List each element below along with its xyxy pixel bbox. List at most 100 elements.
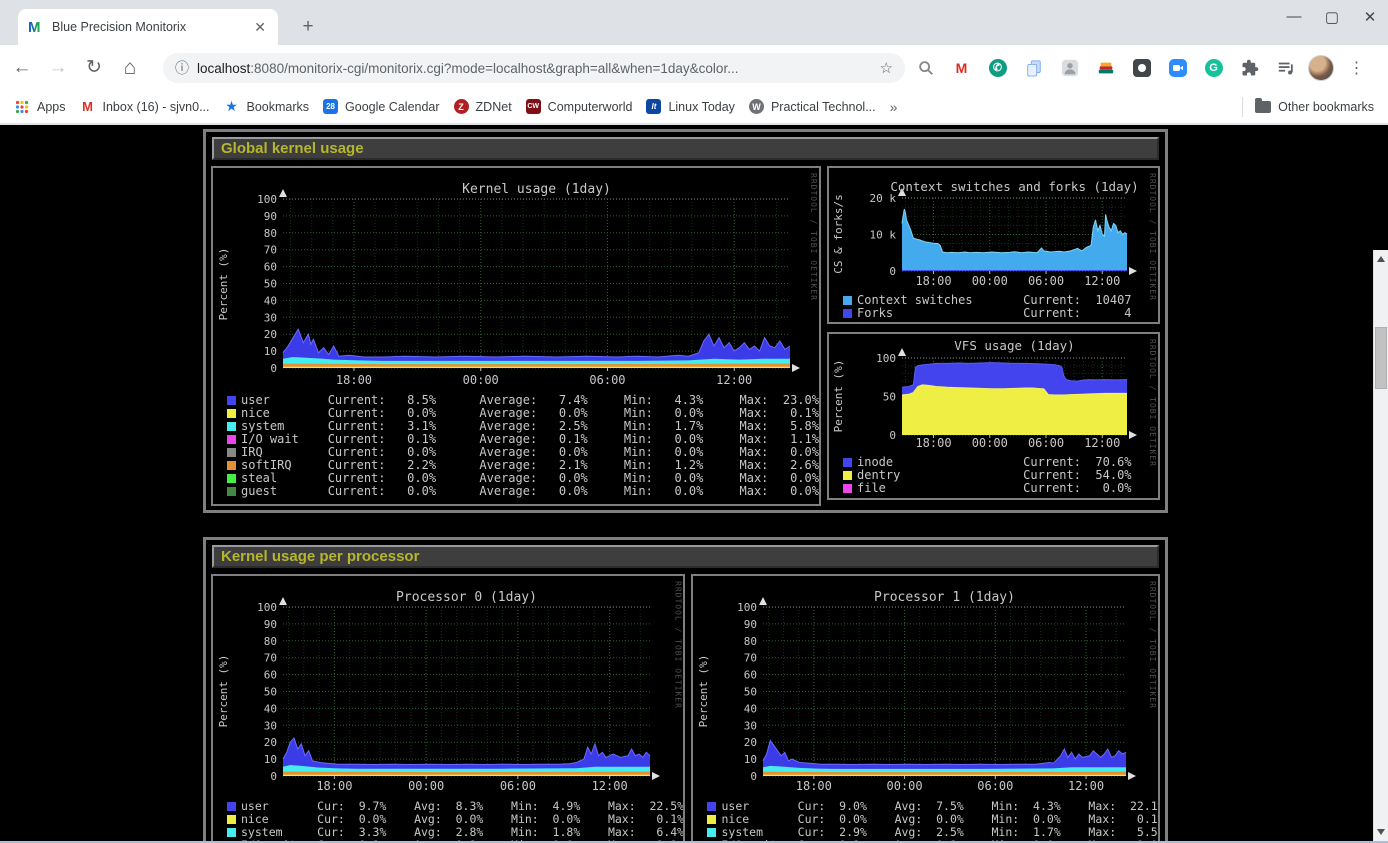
svg-text:90: 90 (744, 618, 757, 631)
bookmark-practical-technology[interactable]: W Practical Technol... (749, 99, 876, 114)
pocket-extension-icon[interactable] (1128, 54, 1155, 81)
chart-legend: Context switches Current: 10407Forks Cur… (829, 290, 1158, 320)
copy-pages-extension-icon[interactable] (1020, 54, 1047, 81)
other-bookmarks-label: Other bookmarks (1278, 100, 1374, 114)
scrollbar-thumb[interactable] (1375, 327, 1387, 389)
svg-text:50: 50 (264, 278, 277, 291)
profile-extension-icon[interactable] (1056, 54, 1083, 81)
bookmark-inbox[interactable]: M Inbox (16) - sjvn0... (80, 99, 210, 115)
bookmarks-overflow-chevron[interactable]: » (890, 99, 898, 115)
svg-text:10 k: 10 k (870, 229, 897, 242)
bookmark-star-icon[interactable]: ☆ (880, 59, 893, 77)
legend-swatch (227, 815, 236, 824)
svg-text:100: 100 (876, 352, 896, 365)
folder-icon (1255, 101, 1271, 113)
rrdtool-watermark: RRDTOOL / TOBI OETIKER (1148, 339, 1157, 467)
window-minimize-button[interactable]: — (1286, 8, 1302, 26)
legend-swatch (227, 448, 236, 457)
reload-button[interactable]: ↻ (80, 56, 108, 79)
processor1-graph-panel[interactable]: 010203040506070809010018:0000:0006:0012:… (691, 574, 1160, 841)
legend-swatch (227, 802, 236, 811)
chart-ylabel: Percent (%) (832, 360, 845, 433)
svg-text:30: 30 (744, 719, 757, 732)
context-switches-graph-panel[interactable]: 010 k20 k18:0000:0006:0012:00Context swi… (827, 166, 1160, 324)
profile-avatar[interactable] (1308, 55, 1334, 81)
series-forks (902, 270, 1127, 271)
rrdtool-watermark: RRDTOOL / TOBI OETIKER (809, 173, 818, 301)
series-context-switches (902, 209, 1127, 271)
svg-text:70: 70 (744, 652, 757, 665)
other-bookmarks[interactable]: Other bookmarks (1255, 100, 1374, 114)
svg-text:100: 100 (738, 601, 758, 614)
apps-grid-icon (14, 99, 30, 115)
scrollbar-down-arrow-icon[interactable] (1377, 829, 1385, 835)
vfs-usage-graph-panel[interactable]: 05010018:0000:0006:0012:00VFS usage (1da… (827, 332, 1160, 500)
svg-text:10: 10 (744, 753, 757, 766)
legend-row: Forks Current: 4 (843, 307, 1158, 320)
svg-text:12:00: 12:00 (716, 373, 752, 387)
search-extension-icon[interactable] (912, 54, 939, 81)
bookmark-label: Practical Technol... (771, 100, 876, 114)
voice-extension-icon[interactable]: ✆ (984, 54, 1011, 81)
bookmarks-divider (1242, 97, 1243, 117)
legend-text: Forks Current: 4 (857, 307, 1132, 320)
page-scrollbar[interactable] (1373, 250, 1388, 841)
bookmark-linux-today[interactable]: lt Linux Today (646, 99, 735, 114)
bookmark-computerworld[interactable]: CW Computerworld (526, 99, 633, 114)
chart-svg: 010203040506070809010018:0000:0006:0012:… (213, 168, 821, 390)
tab-title: Blue Precision Monitorix (52, 20, 252, 34)
zoom-extension-icon[interactable] (1164, 54, 1191, 81)
bookmark-apps[interactable]: Apps (14, 99, 66, 115)
svg-text:06:00: 06:00 (589, 373, 625, 387)
series-nice (283, 367, 790, 368)
forward-button[interactable]: → (44, 57, 72, 79)
page-info-icon[interactable]: ⓘ (175, 58, 189, 78)
legend-swatch (227, 422, 236, 431)
svg-text:00:00: 00:00 (972, 436, 1008, 450)
legend-swatch (843, 471, 852, 480)
chart-legend: user Cur: 9.7% Avg: 8.3% Min: 4.9% Max: … (213, 796, 683, 841)
browser-menu-icon[interactable]: ⋮ (1343, 54, 1370, 81)
extensions-bar: M ✆ G ⋮ (912, 45, 1370, 90)
svg-text:60: 60 (264, 261, 277, 274)
browser-toolbar: ← → ↻ ⌂ ⓘ localhost:8080/monitorix-cgi/m… (0, 45, 1388, 90)
bookmark-bookmarks[interactable]: ★ Bookmarks (224, 99, 310, 115)
legend-swatch (843, 458, 852, 467)
books-extension-icon[interactable] (1092, 54, 1119, 81)
svg-text:18:00: 18:00 (915, 436, 951, 450)
tab-close-icon[interactable]: ✕ (252, 19, 268, 36)
chart-title: Kernel usage (1day) (462, 182, 611, 197)
chart-title: Context switches and forks (1day) (890, 179, 1138, 194)
home-button[interactable]: ⌂ (116, 56, 144, 80)
legend-swatch (843, 296, 852, 305)
bookmark-zdnet[interactable]: Z ZDNet (454, 99, 512, 114)
kernel-usage-graph-panel[interactable]: 010203040506070809010018:0000:0006:0012:… (211, 166, 821, 506)
processor0-graph-panel[interactable]: 010203040506070809010018:0000:0006:0012:… (211, 574, 685, 841)
window-close-button[interactable]: ✕ (1362, 8, 1378, 26)
playlist-extension-icon[interactable] (1272, 54, 1299, 81)
new-tab-button[interactable]: + (295, 14, 321, 40)
svg-text:40: 40 (264, 702, 277, 715)
gmail-extension-icon[interactable]: M (948, 54, 975, 81)
svg-text:00:00: 00:00 (408, 779, 444, 793)
svg-text:40: 40 (744, 702, 757, 715)
bookmark-label: Apps (37, 100, 66, 114)
scrollbar-up-arrow-icon[interactable] (1377, 256, 1385, 262)
grammarly-extension-icon[interactable]: G (1200, 54, 1227, 81)
address-bar[interactable]: ⓘ localhost:8080/monitorix-cgi/monitorix… (163, 53, 905, 83)
url-text[interactable]: localhost:8080/monitorix-cgi/monitorix.c… (197, 61, 872, 76)
rrdtool-watermark: RRDTOOL / TOBI OETIKER (1148, 173, 1157, 301)
bookmark-label: Google Calendar (345, 100, 440, 114)
bookmark-google-calendar[interactable]: 28 Google Calendar (323, 99, 440, 114)
extensions-puzzle-icon[interactable] (1236, 54, 1263, 81)
svg-text:80: 80 (264, 227, 277, 240)
computerworld-icon: CW (526, 99, 541, 114)
svg-text:20: 20 (264, 328, 277, 341)
svg-text:00:00: 00:00 (972, 274, 1008, 288)
browser-tab[interactable]: MM Blue Precision Monitorix ✕ (18, 9, 278, 45)
svg-text:50: 50 (264, 686, 277, 699)
series-nice (763, 775, 1126, 776)
back-button[interactable]: ← (8, 57, 36, 79)
window-maximize-button[interactable]: ▢ (1324, 8, 1340, 26)
chart-svg: 010203040506070809010018:0000:0006:0012:… (693, 576, 1160, 796)
